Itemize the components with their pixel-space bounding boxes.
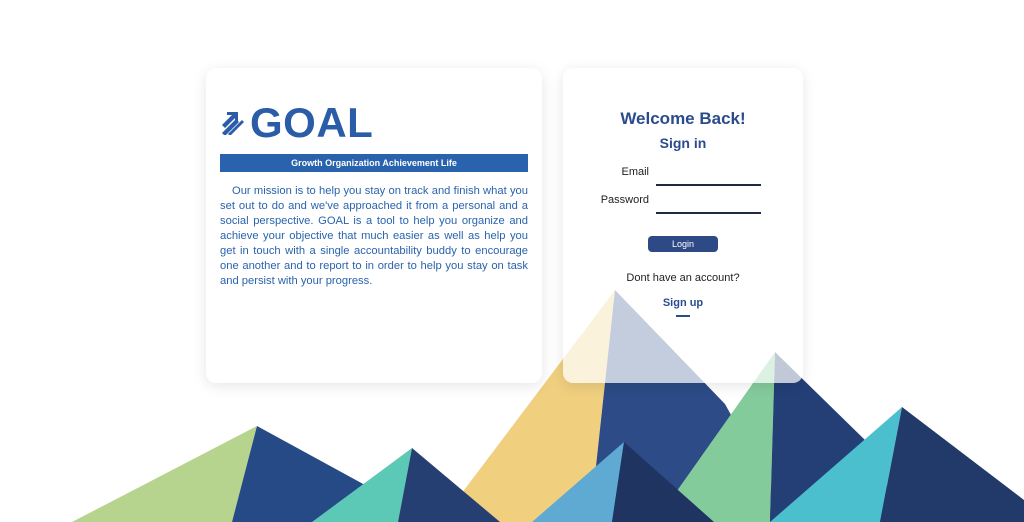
no-account-text: Dont have an account? bbox=[626, 272, 740, 284]
email-label: Email bbox=[621, 166, 649, 178]
logo-text: GOAL bbox=[250, 99, 374, 146]
about-card: GOAL Growth Organization Achievement Lif… bbox=[206, 68, 542, 383]
password-field[interactable] bbox=[656, 196, 761, 214]
mountain-lime-face bbox=[72, 426, 257, 522]
mission-paragraph: Our mission is to help you stay on track… bbox=[220, 185, 528, 287]
signup-link[interactable]: Sign up bbox=[563, 297, 803, 309]
tagline-banner: Growth Organization Achievement Life bbox=[220, 154, 528, 172]
signin-card: Welcome Back! Sign in Email Password Log… bbox=[563, 68, 803, 383]
signin-title: Sign in bbox=[659, 135, 707, 151]
welcome-heading: Welcome Back! bbox=[620, 109, 746, 128]
arrow-up-right-icon bbox=[222, 112, 244, 135]
password-label: Password bbox=[600, 194, 649, 206]
login-button[interactable]: Login bbox=[648, 236, 718, 252]
mountain-teal-shadow bbox=[880, 407, 1024, 522]
signup-underline bbox=[676, 315, 690, 317]
goal-logo: GOAL bbox=[220, 102, 373, 144]
email-field[interactable] bbox=[656, 168, 761, 186]
